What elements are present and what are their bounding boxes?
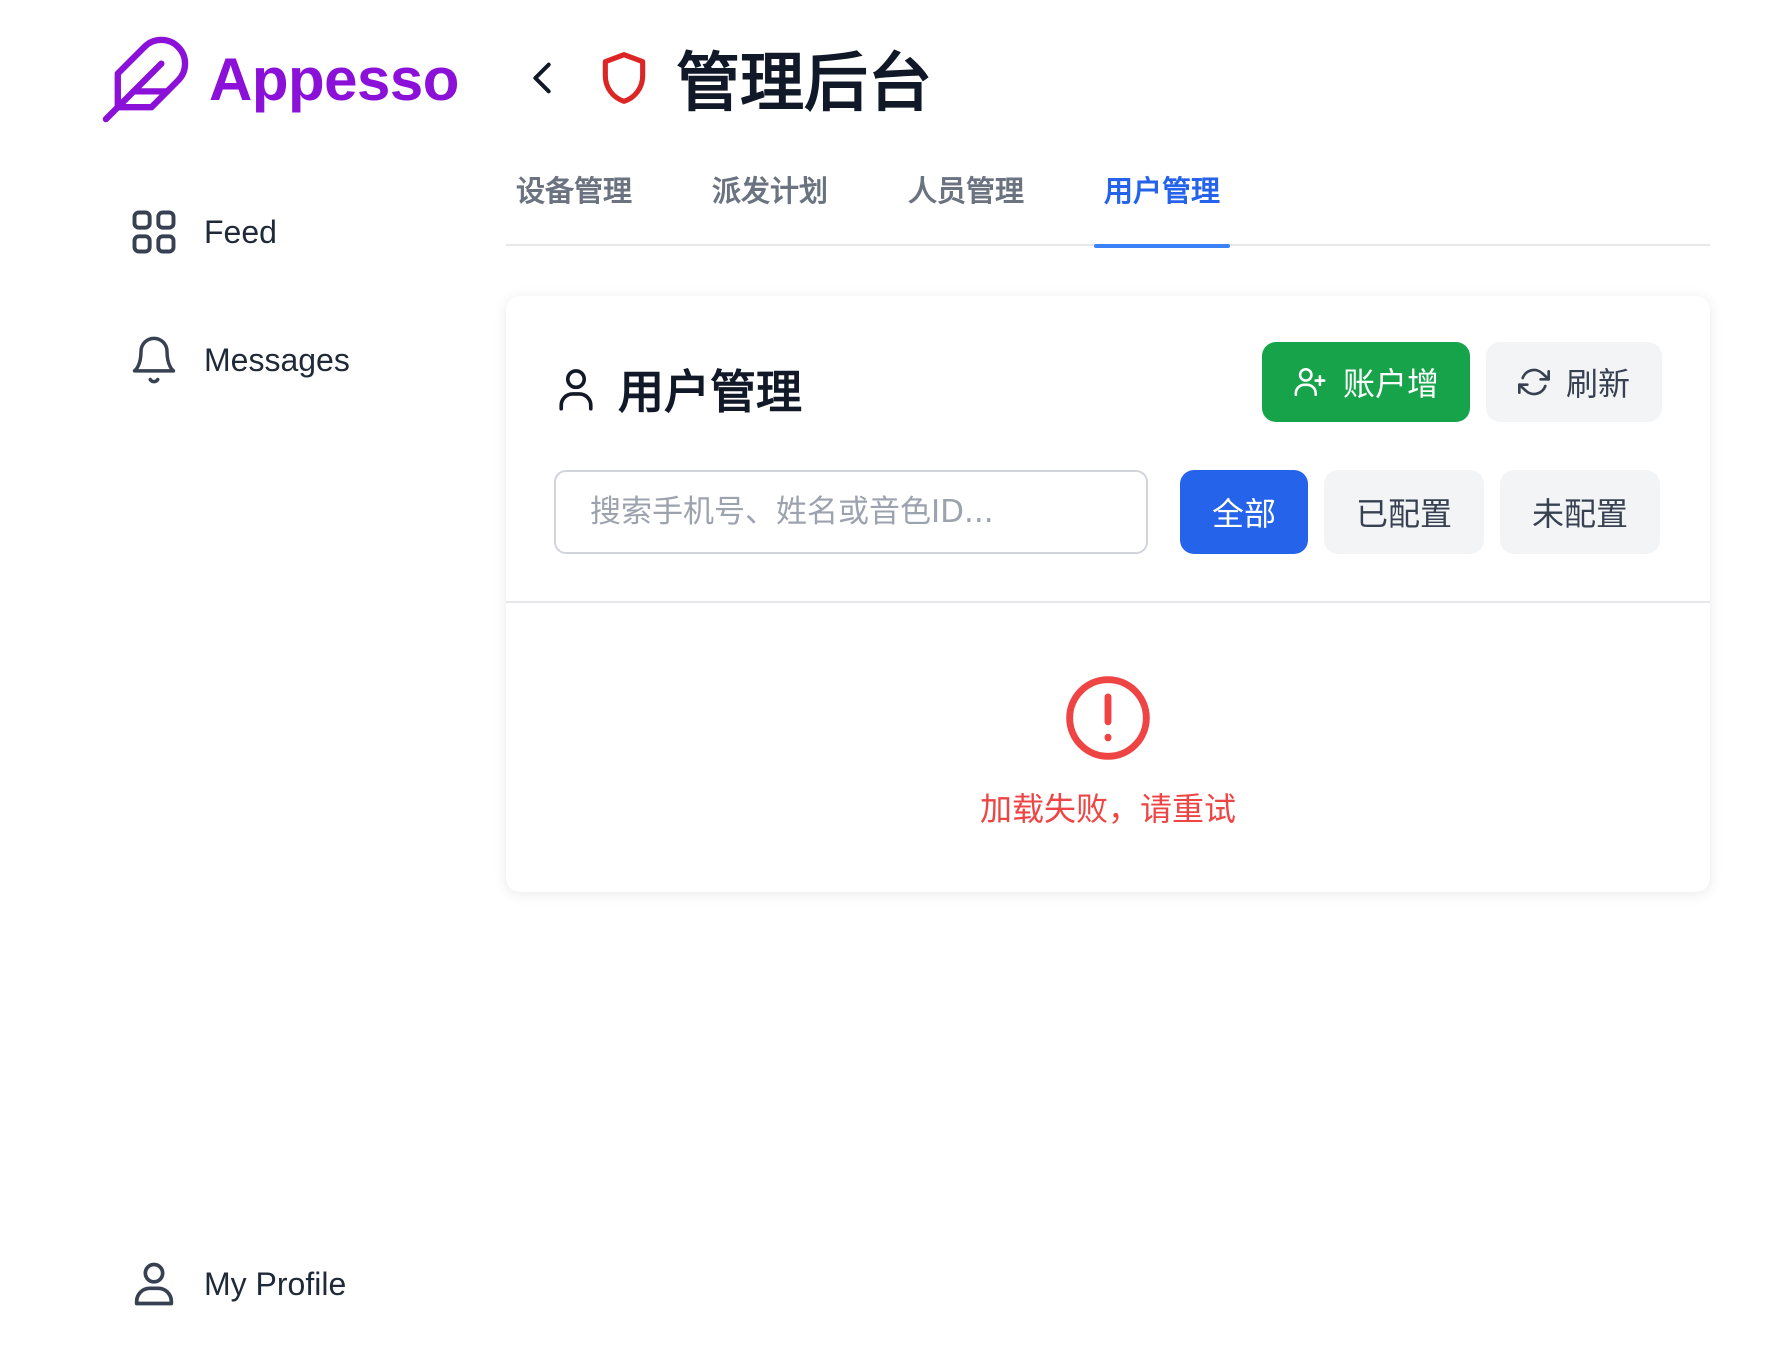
filter-configured-button[interactable]: 已配置 <box>1324 470 1484 554</box>
page-header: 管理后台 <box>520 32 932 124</box>
feather-icon <box>102 36 189 123</box>
app-root: Appesso Feed Messages My Profile 管理后台 设备… <box>0 0 1770 1370</box>
search-input[interactable] <box>554 470 1148 554</box>
grid-icon <box>132 210 176 254</box>
tab-bar: 设备管理 派发计划 人员管理 用户管理 <box>506 150 1710 248</box>
add-account-label: 账户增 <box>1342 365 1439 403</box>
refresh-label: 刷新 <box>1565 365 1630 403</box>
tab-user-management[interactable]: 用户管理 <box>1094 150 1231 248</box>
bell-icon <box>132 336 176 384</box>
shield-icon <box>602 52 646 104</box>
title-wrap: 管理后台 <box>596 32 932 124</box>
card-divider <box>506 601 1710 603</box>
user-management-card: 用户管理 账户增 刷新 全部 已配置 未配置 <box>506 296 1710 892</box>
sidebar-item-messages[interactable]: Messages <box>128 334 350 386</box>
tab-device-management[interactable]: 设备管理 <box>506 150 642 246</box>
tab-dispatch-plan[interactable]: 派发计划 <box>702 150 838 246</box>
user-icon <box>559 369 593 411</box>
filter-unconfigured-button[interactable]: 未配置 <box>1500 470 1660 554</box>
back-button[interactable] <box>520 48 564 108</box>
card-title: 用户管理 <box>618 365 802 419</box>
user-icon <box>134 1262 174 1306</box>
sidebar-item-label: Feed <box>204 213 277 250</box>
add-account-button[interactable]: 账户增 <box>1262 342 1470 422</box>
tab-staff-management[interactable]: 人员管理 <box>898 150 1034 246</box>
alert-circle-icon <box>1066 676 1150 760</box>
sidebar-item-label: My Profile <box>204 1265 347 1302</box>
chevron-left-icon <box>533 62 551 94</box>
refresh-button[interactable]: 刷新 <box>1486 342 1662 422</box>
page-title: 管理后台 <box>676 47 932 121</box>
user-plus-icon <box>1294 367 1326 397</box>
refresh-icon <box>1517 368 1550 396</box>
brand-logo[interactable]: Appesso <box>98 32 459 127</box>
sidebar-item-profile[interactable]: My Profile <box>128 1258 346 1310</box>
filter-all-button[interactable]: 全部 <box>1180 470 1308 554</box>
error-message: 加载失败，请重试 <box>979 790 1236 828</box>
card-header: 用户管理 <box>556 356 802 422</box>
sidebar-item-feed[interactable]: Feed <box>128 206 277 258</box>
sidebar-item-label: Messages <box>204 341 350 378</box>
brand-name: Appesso <box>209 46 459 113</box>
